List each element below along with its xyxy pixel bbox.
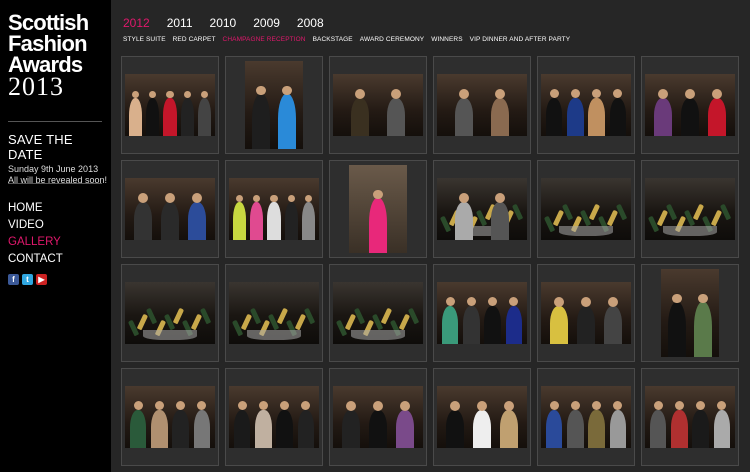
gallery-photo — [333, 74, 423, 136]
gallery-thumbnail[interactable] — [225, 160, 323, 258]
sidebar-divider — [8, 183, 102, 184]
gallery-thumbnail[interactable] — [329, 368, 427, 466]
facebook-icon[interactable]: f — [8, 274, 19, 285]
gallery-photo — [661, 269, 719, 357]
gallery-thumbnail[interactable] — [537, 56, 635, 154]
logo-line-2: Fashion — [8, 31, 88, 56]
category-tab-backstage[interactable]: BACKSTAGE — [313, 36, 353, 43]
twitter-icon[interactable]: t — [22, 274, 33, 285]
year-tabs: 2012 2011 2010 2009 2008 — [123, 16, 341, 30]
gallery-thumbnail[interactable] — [121, 56, 219, 154]
gallery-thumbnail[interactable] — [329, 264, 427, 362]
gallery-thumbnail[interactable] — [225, 56, 323, 154]
category-tab-champagne-reception[interactable]: CHAMPAGNE RECEPTION — [223, 36, 306, 43]
site-logo[interactable]: Scottish Fashion Awards 2013 — [8, 10, 104, 101]
gallery-thumbnail[interactable] — [433, 160, 531, 258]
gallery-thumbnail[interactable] — [641, 160, 739, 258]
gallery-thumbnail[interactable] — [641, 368, 739, 466]
gallery-thumbnail[interactable] — [433, 368, 531, 466]
category-tab-red-carpet[interactable]: RED CARPET — [173, 36, 216, 43]
nav-video[interactable]: VIDEO — [8, 217, 63, 234]
gallery-photo — [437, 178, 527, 240]
gallery-thumbnail[interactable] — [537, 160, 635, 258]
gallery-photo — [437, 386, 527, 448]
gallery-photo — [333, 386, 423, 448]
year-tab-2010[interactable]: 2010 — [210, 16, 237, 30]
gallery-photo — [245, 61, 303, 149]
main-nav: HOME VIDEO GALLERY CONTACT — [8, 200, 63, 268]
gallery-photo — [437, 74, 527, 136]
gallery-photo — [333, 282, 423, 344]
gallery-thumbnail[interactable] — [641, 264, 739, 362]
sidebar-divider — [8, 121, 102, 122]
gallery-photo — [229, 178, 319, 240]
category-tab-vip-dinner-and-after-party[interactable]: VIP DINNER AND AFTER PARTY — [470, 36, 570, 43]
year-tab-2008[interactable]: 2008 — [297, 16, 324, 30]
youtube-icon[interactable]: ▶ — [36, 274, 47, 285]
gallery-photo — [125, 178, 215, 240]
logo-year: 2013 — [8, 72, 64, 101]
gallery-thumbnail[interactable] — [537, 368, 635, 466]
gallery-photo — [229, 386, 319, 448]
save-the-date: SAVE THE DATE Sunday 9th June 2013 All w… — [8, 132, 108, 185]
gallery-thumbnail[interactable] — [433, 56, 531, 154]
save-the-date-title: SAVE THE DATE — [8, 132, 73, 162]
gallery-thumbnail[interactable] — [537, 264, 635, 362]
gallery-thumbnail[interactable] — [121, 368, 219, 466]
year-tab-2009[interactable]: 2009 — [253, 16, 280, 30]
category-tabs: STYLE SUITE RED CARPET CHAMPAGNE RECEPTION… — [123, 36, 577, 43]
gallery-photo — [645, 74, 735, 136]
sidebar: Scottish Fashion Awards 2013 SAVE THE DA… — [0, 0, 111, 472]
gallery-thumbnail[interactable] — [433, 264, 531, 362]
gallery-photo — [541, 178, 631, 240]
nav-home[interactable]: HOME — [8, 200, 63, 217]
gallery-photo — [125, 386, 215, 448]
gallery-thumbnail[interactable] — [121, 264, 219, 362]
nav-gallery[interactable]: GALLERY — [8, 234, 63, 251]
year-tab-2011[interactable]: 2011 — [167, 16, 193, 30]
gallery-photo — [229, 282, 319, 344]
save-the-date-date: Sunday 9th June 2013 — [8, 164, 99, 174]
gallery-thumbnail[interactable] — [641, 56, 739, 154]
gallery-photo — [645, 386, 735, 448]
gallery-thumbnail[interactable] — [225, 368, 323, 466]
gallery-thumbnail[interactable] — [225, 264, 323, 362]
gallery-thumbnail[interactable] — [121, 160, 219, 258]
year-tab-2012[interactable]: 2012 — [123, 16, 150, 30]
gallery-photo — [125, 282, 215, 344]
gallery-thumbnail[interactable] — [329, 56, 427, 154]
gallery-photo — [645, 178, 735, 240]
category-tab-winners[interactable]: WINNERS — [431, 36, 462, 43]
gallery-photo — [541, 282, 631, 344]
gallery-photo — [541, 386, 631, 448]
gallery-photo — [541, 74, 631, 136]
nav-contact[interactable]: CONTACT — [8, 251, 63, 268]
social-links: f t ▶ — [8, 274, 47, 285]
logo-line-1: Scottish — [8, 10, 89, 35]
gallery-photo — [349, 165, 407, 253]
category-tab-award-ceremony[interactable]: AWARD CEREMONY — [360, 36, 424, 43]
gallery-thumbnail[interactable] — [329, 160, 427, 258]
gallery-photo — [125, 74, 215, 136]
gallery-photo — [437, 282, 527, 344]
category-tab-style-suite[interactable]: STYLE SUITE — [123, 36, 166, 43]
